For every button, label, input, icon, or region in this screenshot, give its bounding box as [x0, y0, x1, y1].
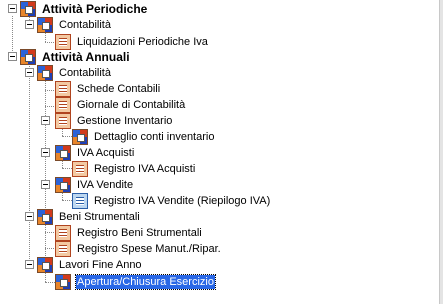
report-icon — [72, 161, 88, 177]
tree-node-contabilita[interactable]: Contabilità — [37, 16, 112, 34]
folder-icon — [20, 1, 36, 17]
report-icon — [55, 113, 71, 129]
collapse-toggle[interactable] — [41, 180, 50, 189]
folder-icon — [37, 257, 53, 273]
tree-node-label: Registro Spese Manut./Ripar. — [77, 243, 221, 255]
folder-icon — [55, 177, 71, 193]
tree-connector — [62, 200, 72, 201]
tree-node-label: Registro IVA Vendite (Riepilogo IVA) — [94, 195, 271, 207]
tree-node-label: Schede Contabili — [77, 83, 161, 95]
tree-connector — [45, 232, 54, 233]
tree-node-label: Registro IVA Acquisti — [94, 163, 196, 175]
folder-icon — [20, 49, 36, 65]
tree-node-label: Attività Periodiche — [42, 2, 148, 16]
collapse-toggle[interactable] — [25, 212, 34, 221]
tree-connector — [45, 90, 54, 91]
tree-node-label: IVA Acquisti — [77, 147, 135, 159]
folder-icon — [55, 145, 71, 161]
tree-node-label: IVA Vendite — [77, 179, 134, 191]
folder-icon — [37, 209, 53, 225]
tree-node-lavori-fine-anno[interactable]: Lavori Fine Anno — [37, 256, 143, 274]
tree-connector — [45, 80, 46, 266]
tree-node-label: Beni Strumentali — [59, 211, 140, 223]
tree-node-label: Attività Annuali — [42, 50, 130, 64]
tree-view[interactable]: Attività Periodiche Contabilità Liquidaz… — [0, 0, 440, 304]
tree-connector — [62, 168, 72, 169]
collapse-toggle[interactable] — [41, 116, 50, 125]
tree-connector — [45, 248, 54, 249]
report-icon — [55, 225, 71, 241]
tree-connector — [45, 42, 54, 43]
tree-connector — [12, 16, 13, 57]
collapse-toggle[interactable] — [8, 4, 17, 13]
report-icon — [55, 97, 71, 113]
folder-icon — [37, 17, 53, 33]
tree-connector — [45, 106, 54, 107]
tree-node-label-selected: Apertura/Chiusura Esercizio — [75, 274, 216, 290]
tree-node-label: Lavori Fine Anno — [59, 259, 142, 271]
folder-icon — [37, 65, 53, 81]
collapse-toggle[interactable] — [8, 52, 17, 61]
tree-node-label: Giornale di Contabilità — [77, 99, 186, 111]
collapse-toggle[interactable] — [41, 148, 50, 157]
tree-connector — [62, 136, 72, 137]
collapse-toggle[interactable] — [25, 260, 34, 269]
folder-icon — [55, 274, 71, 290]
report-icon — [55, 81, 71, 97]
folder-icon — [72, 129, 88, 145]
tree-node-label: Gestione Inventario — [77, 115, 173, 127]
tree-node-label: Liquidazioni Periodiche Iva — [77, 36, 208, 48]
collapse-toggle[interactable] — [25, 68, 34, 77]
tree-node-label: Contabilità — [59, 67, 111, 79]
collapse-toggle[interactable] — [25, 20, 34, 29]
report-blue-icon — [72, 193, 88, 209]
tree-node-apertura-chiusura-esercizio[interactable]: Apertura/Chiusura Esercizio — [55, 273, 216, 291]
tree-connector — [29, 64, 30, 267]
tree-connector — [45, 282, 55, 283]
tree-node-label: Registro Beni Strumentali — [77, 227, 202, 239]
report-icon — [55, 241, 71, 257]
tree-node-label: Dettaglio conti inventario — [94, 131, 215, 143]
tree-node-label: Contabilità — [59, 19, 111, 31]
